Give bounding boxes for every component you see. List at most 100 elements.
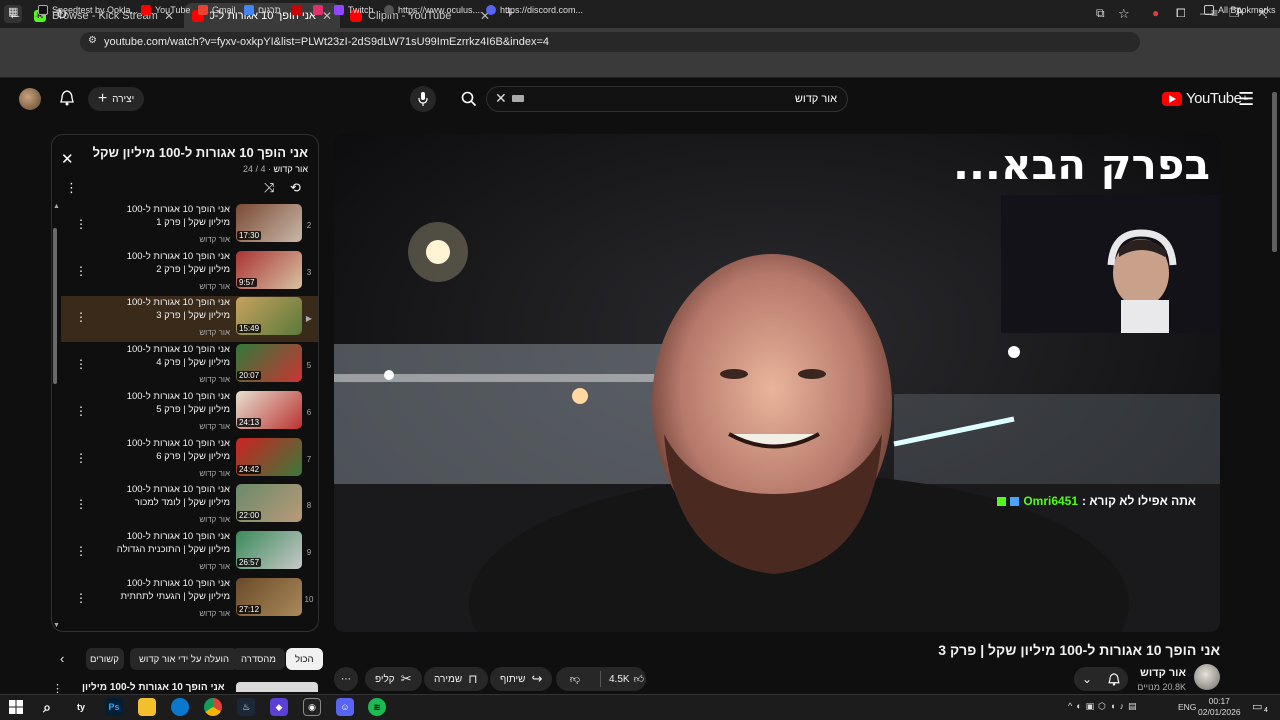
next-video-title[interactable]: אני הופך 10 אגורות ל-100 מיליון (82, 682, 225, 693)
clip-button[interactable]: קליפ ✂ (365, 667, 422, 691)
playlist-meta: אור קדוש · 4 / 24 (242, 164, 308, 174)
voice-search-button[interactable] (410, 86, 436, 112)
youtube-logo[interactable]: YouTube IL (1162, 90, 1248, 107)
playlist-item[interactable]: 7 24:42 אני הופך 10 אגורות ל-100 מיליון שק… (61, 437, 318, 483)
chip-related[interactable]: קשורים (86, 648, 124, 670)
chip-series[interactable]: מהסדרה (232, 648, 285, 670)
app-camera-icon[interactable]: ◉ (303, 698, 321, 716)
bookmark-red-site[interactable] (292, 5, 302, 15)
bookmark-discord[interactable]: https://discord.com... (486, 5, 583, 15)
bookmark-star-icon[interactable]: ☆ (1118, 6, 1130, 22)
all-bookmarks[interactable]: All Bookmarks (1204, 5, 1276, 15)
bookmark-twitch[interactable]: Twitch (334, 5, 374, 15)
more-vertical-icon[interactable]: ⋮ (75, 404, 87, 418)
like-button[interactable]: 4.5K 👍︎ (607, 673, 646, 686)
guide-menu-icon[interactable]: ☰ (1238, 89, 1254, 110)
discord-taskbar-icon[interactable]: ☺ (336, 698, 354, 716)
video-player[interactable]: בפרק הבא... Omri6451 אתה אפילו לא קורא : (334, 134, 1220, 632)
playlist-owner[interactable]: אור קדוש (273, 164, 308, 174)
taskbar-clock[interactable]: 00:17 02/01/2026 (1198, 696, 1241, 718)
playlist-item-thumbnail[interactable]: 17:30 (236, 204, 302, 242)
steam-icon[interactable]: ♨ (237, 698, 255, 716)
playlist-item[interactable]: ▶ 15:49 אני הופך 10 אגורות ל-100 מיליון שק… (61, 296, 318, 343)
bookmark-youtube[interactable]: YouTube (141, 5, 190, 15)
windows-start-icon[interactable] (7, 698, 25, 716)
search-input[interactable]: אור קדוש (486, 86, 848, 112)
playlist-item-thumbnail[interactable]: 20:07 (236, 344, 302, 383)
playlist-item[interactable]: 3 9:57 אני הופך 10 אגורות ל-100 מיליון שקל… (61, 250, 318, 296)
subscribed-notifications-button[interactable]: ⌄ (1074, 667, 1128, 691)
playlist-title[interactable]: אני הופך 10 אגורות ל-100 מיליון שקל (93, 145, 308, 160)
more-vertical-icon[interactable]: ⋮ (75, 217, 87, 231)
more-vertical-icon[interactable]: ⋮ (75, 497, 87, 511)
shuffle-icon[interactable]: ⤨ (264, 180, 274, 196)
taskbar-app-icon[interactable]: ty (72, 698, 90, 716)
more-vertical-icon[interactable]: ⋮ (75, 591, 87, 605)
input-language[interactable]: ENG (1178, 702, 1196, 712)
more-vertical-icon[interactable]: ⋮ (75, 544, 87, 558)
apps-grid-icon[interactable]: ▦ (8, 5, 18, 18)
playlist-item[interactable]: 2 17:30 אני הופך 10 אגורות ל-100 מיליון שק… (61, 203, 318, 249)
create-button[interactable]: + יצירה (88, 87, 144, 111)
edge-icon[interactable] (171, 698, 189, 716)
notifications-icon[interactable]: ▭ (1252, 700, 1262, 713)
address-bar[interactable]: youtube.com/watch?v=fyxv-oxkpYI&list=PLW… (80, 32, 1140, 52)
page-scrollbar[interactable] (1272, 92, 1277, 252)
bookmark-gmail[interactable]: Gmail (198, 5, 236, 15)
channel-name[interactable]: אור קדוש (1140, 667, 1186, 679)
playlist-item[interactable]: 10 27:12 אני הופך 10 אגורות ל-100 מיליון ש… (61, 577, 318, 623)
playlist-item-thumbnail[interactable]: 27:12 (236, 577, 302, 616)
more-vertical-icon[interactable]: ⋮ (75, 357, 87, 371)
extensions-icon[interactable]: ⧠ (1176, 6, 1186, 21)
playlist-item-thumbnail[interactable]: 24:13 (236, 390, 302, 429)
playlist-item-thumbnail[interactable]: 15:49 (236, 297, 302, 336)
extension-red-icon[interactable]: ● (1152, 6, 1159, 20)
notifications-bell-icon[interactable] (60, 90, 74, 110)
more-vertical-icon[interactable]: ⋮ (75, 451, 87, 465)
save-button[interactable]: שמירה ⊓ (424, 667, 488, 691)
app-purple-icon[interactable]: ◆ (270, 698, 288, 716)
close-tab-icon[interactable]: ✕ (322, 9, 332, 23)
playlist-item-thumbnail[interactable]: 9:57 (236, 250, 302, 289)
chip-uploaded-by[interactable]: הועלה על ידי אור קדוש (130, 648, 238, 670)
playlist-item-thumbnail[interactable]: 24:42 (236, 437, 302, 476)
channel-avatar[interactable] (1194, 664, 1220, 690)
playlist-item[interactable]: 5 20:07 אני הופך 10 אגורות ל-100 מיליון שק… (61, 343, 318, 389)
search-button[interactable] (452, 86, 486, 112)
more-actions-button[interactable]: ⋯ (334, 667, 358, 691)
playlist-item-thumbnail[interactable]: 22:00 (236, 484, 302, 523)
bookmark-instagram[interactable] (313, 5, 323, 15)
share-button[interactable]: שיתוף ↪ (490, 667, 553, 691)
clear-search-icon[interactable]: ✕ (495, 90, 507, 107)
spotify-icon[interactable]: ≋ (368, 698, 386, 716)
photoshop-icon[interactable]: Ps (105, 698, 123, 716)
bookmark-speedtest[interactable]: Speedtest by Ookla... (38, 5, 138, 15)
dislike-button[interactable]: 👎︎ (556, 673, 594, 685)
scroll-up-icon[interactable]: ▲ (53, 203, 60, 210)
system-tray-icons[interactable]: ^◐▣⬡◖♪▤ (1068, 701, 1140, 712)
scroll-down-icon[interactable]: ▼ (53, 622, 60, 629)
next-video-thumbnail[interactable] (236, 682, 318, 692)
loop-icon[interactable]: ⟲ (290, 180, 301, 196)
playlist-item[interactable]: 6 24:13 אני הופך 10 אגורות ל-100 מיליון שק… (61, 390, 318, 436)
subscriber-count: 20.8K מנויים (1137, 682, 1186, 692)
bookmark-oculus[interactable]: https://www.oculus.... (384, 5, 483, 15)
file-explorer-icon[interactable] (138, 698, 156, 716)
playlist-item-thumbnail[interactable]: 26:57 (236, 530, 302, 569)
playlist-item[interactable]: 8 22:00 אני הופך 10 אגורות ל-100 מיליון שק… (61, 483, 318, 529)
install-app-icon[interactable]: ⧉ (1096, 6, 1105, 21)
more-vertical-icon[interactable]: ⋮ (75, 310, 87, 324)
playlist-more-icon[interactable]: ⋮ (65, 180, 78, 196)
more-vertical-icon[interactable]: ⋮ (75, 264, 87, 278)
playlist-scrollbar[interactable] (53, 228, 57, 384)
chrome-icon[interactable] (204, 698, 222, 716)
playlist-item[interactable]: 9 26:57 אני הופך 10 אגורות ל-100 מיליון שק… (61, 530, 318, 576)
chevron-left-icon[interactable]: ‹ (60, 651, 64, 666)
search-taskbar-icon[interactable]: ⌕ (38, 698, 56, 716)
chip-all[interactable]: הכול (286, 648, 323, 670)
site-info-icon[interactable]: ⚙ (88, 35, 97, 46)
close-playlist-icon[interactable]: ✕ (61, 150, 74, 168)
keyboard-icon[interactable] (512, 95, 524, 102)
bookmark-translate[interactable]: תרגום (244, 5, 281, 15)
account-avatar[interactable] (19, 88, 41, 110)
